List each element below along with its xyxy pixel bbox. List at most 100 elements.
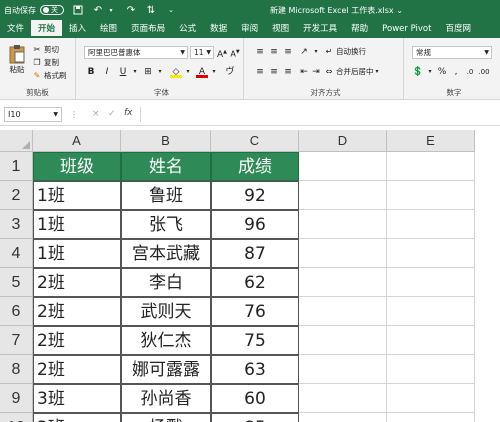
cancel-icon[interactable]: × xyxy=(92,109,100,119)
tab-6[interactable]: 数据 xyxy=(203,20,234,38)
empty-cell[interactable] xyxy=(299,297,387,326)
table-cell[interactable]: 2班 xyxy=(33,297,121,326)
empty-cell[interactable] xyxy=(387,152,475,181)
merge-center-button[interactable]: ⇔ 合并后居中 ▾ xyxy=(324,66,379,77)
tab-3[interactable]: 绘图 xyxy=(93,20,124,38)
row-header-3[interactable]: 3 xyxy=(0,210,33,239)
empty-cell[interactable] xyxy=(299,268,387,297)
select-all-corner[interactable] xyxy=(0,130,33,152)
table-cell[interactable]: 62 xyxy=(211,268,299,297)
empty-cell[interactable] xyxy=(299,239,387,268)
orientation-icon[interactable]: ↗ xyxy=(298,46,310,58)
customize-quick-access-icon[interactable]: ⌄ xyxy=(165,4,177,16)
formula-input[interactable] xyxy=(140,107,496,122)
table-cell[interactable]: 60 xyxy=(211,384,299,413)
align-top-icon[interactable]: ≡ xyxy=(254,46,266,58)
save-icon[interactable] xyxy=(72,4,84,16)
fill-color-icon[interactable]: ◇ xyxy=(170,66,182,78)
font-name-combo[interactable]: 阿里巴巴普惠体 ▼ xyxy=(84,46,188,59)
tab-0[interactable]: 文件 xyxy=(0,20,31,38)
table-cell[interactable]: 孙尚香 xyxy=(121,384,211,413)
row-header-1[interactable]: 1 xyxy=(0,152,33,181)
fill-dropdown-icon[interactable]: ▾ xyxy=(182,66,194,78)
decrease-indent-icon[interactable]: ⇤ xyxy=(298,66,310,78)
table-cell[interactable]: 76 xyxy=(211,297,299,326)
empty-cell[interactable] xyxy=(387,384,475,413)
empty-cell[interactable] xyxy=(387,268,475,297)
empty-cell[interactable] xyxy=(299,181,387,210)
enter-icon[interactable]: ✓ xyxy=(108,109,116,119)
column-header-d[interactable]: D xyxy=(299,130,387,152)
align-right-icon[interactable]: ≡ xyxy=(282,66,294,78)
table-cell[interactable]: 75 xyxy=(211,326,299,355)
table-cell[interactable]: 宫本武藏 xyxy=(121,239,211,268)
paste-button[interactable]: 粘贴 xyxy=(6,44,28,75)
redo-icon[interactable]: ↷ xyxy=(125,4,137,16)
border-dropdown-icon[interactable]: ▾ xyxy=(154,66,166,78)
tab-2[interactable]: 插入 xyxy=(62,20,93,38)
row-header-6[interactable]: 6 xyxy=(0,297,33,326)
phonetic-icon[interactable]: ヴ xyxy=(224,66,236,78)
table-cell[interactable]: 张飞 xyxy=(121,210,211,239)
empty-cell[interactable] xyxy=(299,355,387,384)
row-header-10[interactable]: 10 xyxy=(0,413,33,422)
empty-cell[interactable] xyxy=(299,384,387,413)
underline-dropdown-icon[interactable]: ▾ xyxy=(129,66,141,78)
align-bottom-icon[interactable]: ≡ xyxy=(282,46,294,58)
italic-button[interactable]: I xyxy=(101,66,113,78)
cut-button[interactable]: ✂ 剪切 xyxy=(32,44,59,55)
table-cell[interactable]: 1班 xyxy=(33,181,121,210)
column-header-a[interactable]: A xyxy=(33,130,121,152)
column-header-c[interactable]: C xyxy=(211,130,299,152)
undo-icon[interactable]: ↶ xyxy=(92,4,104,16)
comma-style-icon[interactable]: , xyxy=(450,66,462,78)
row-header-4[interactable]: 4 xyxy=(0,239,33,268)
copy-button[interactable]: ❐ 复制 xyxy=(32,57,59,68)
table-cell[interactable]: 2班 xyxy=(33,326,121,355)
font-color-icon[interactable]: A xyxy=(196,66,208,78)
tab-4[interactable]: 页面布局 xyxy=(124,20,172,38)
table-cell[interactable]: 3班 xyxy=(33,384,121,413)
tab-7[interactable]: 审阅 xyxy=(234,20,265,38)
align-middle-icon[interactable]: ≡ xyxy=(268,46,280,58)
wrap-text-button[interactable]: ↵ 自动换行 xyxy=(324,46,366,57)
decrease-decimal-icon[interactable]: .00 xyxy=(478,66,490,78)
name-box[interactable]: I10 ▼ xyxy=(4,107,62,122)
align-left-icon[interactable]: ≡ xyxy=(254,66,266,78)
table-cell[interactable]: 鲁班 xyxy=(121,181,211,210)
font-size-combo[interactable]: 11 ▼ xyxy=(190,46,214,59)
row-header-9[interactable]: 9 xyxy=(0,384,33,413)
table-cell[interactable]: 狄仁杰 xyxy=(121,326,211,355)
row-header-7[interactable]: 7 xyxy=(0,326,33,355)
empty-cell[interactable] xyxy=(299,326,387,355)
empty-cell[interactable] xyxy=(299,413,387,422)
format-painter-button[interactable]: ✎ 格式刷 xyxy=(32,70,67,81)
increase-indent-icon[interactable]: ⇥ xyxy=(310,66,322,78)
bold-button[interactable]: B xyxy=(85,66,97,78)
percent-icon[interactable]: % xyxy=(436,66,448,78)
currency-dropdown-icon[interactable]: ▾ xyxy=(424,66,436,78)
empty-cell[interactable] xyxy=(387,355,475,384)
empty-cell[interactable] xyxy=(387,297,475,326)
table-cell[interactable]: 2班 xyxy=(33,268,121,297)
table-cell[interactable]: 1班 xyxy=(33,210,121,239)
tab-12[interactable]: 百度网 xyxy=(438,20,478,38)
table-cell[interactable]: 3班 xyxy=(33,413,121,422)
table-cell[interactable]: 娜可露露 xyxy=(121,355,211,384)
tab-1[interactable]: 开始 xyxy=(31,20,63,38)
table-cell[interactable]: 1班 xyxy=(33,239,121,268)
autosave-toggle[interactable]: 关 xyxy=(40,5,64,15)
tab-9[interactable]: 开发工具 xyxy=(296,20,344,38)
table-header-cell[interactable]: 成绩 xyxy=(211,152,299,181)
table-cell[interactable]: 63 xyxy=(211,355,299,384)
tab-5[interactable]: 公式 xyxy=(172,20,203,38)
empty-cell[interactable] xyxy=(299,210,387,239)
table-cell[interactable]: 李白 xyxy=(121,268,211,297)
currency-icon[interactable]: 💲 xyxy=(412,66,424,78)
orientation-dropdown-icon[interactable]: ▾ xyxy=(310,46,322,58)
align-center-icon[interactable]: ≡ xyxy=(268,66,280,78)
insert-function-icon[interactable]: fx xyxy=(124,108,133,118)
tab-8[interactable]: 视图 xyxy=(265,20,296,38)
table-cell[interactable]: 武则天 xyxy=(121,297,211,326)
row-header-8[interactable]: 8 xyxy=(0,355,33,384)
